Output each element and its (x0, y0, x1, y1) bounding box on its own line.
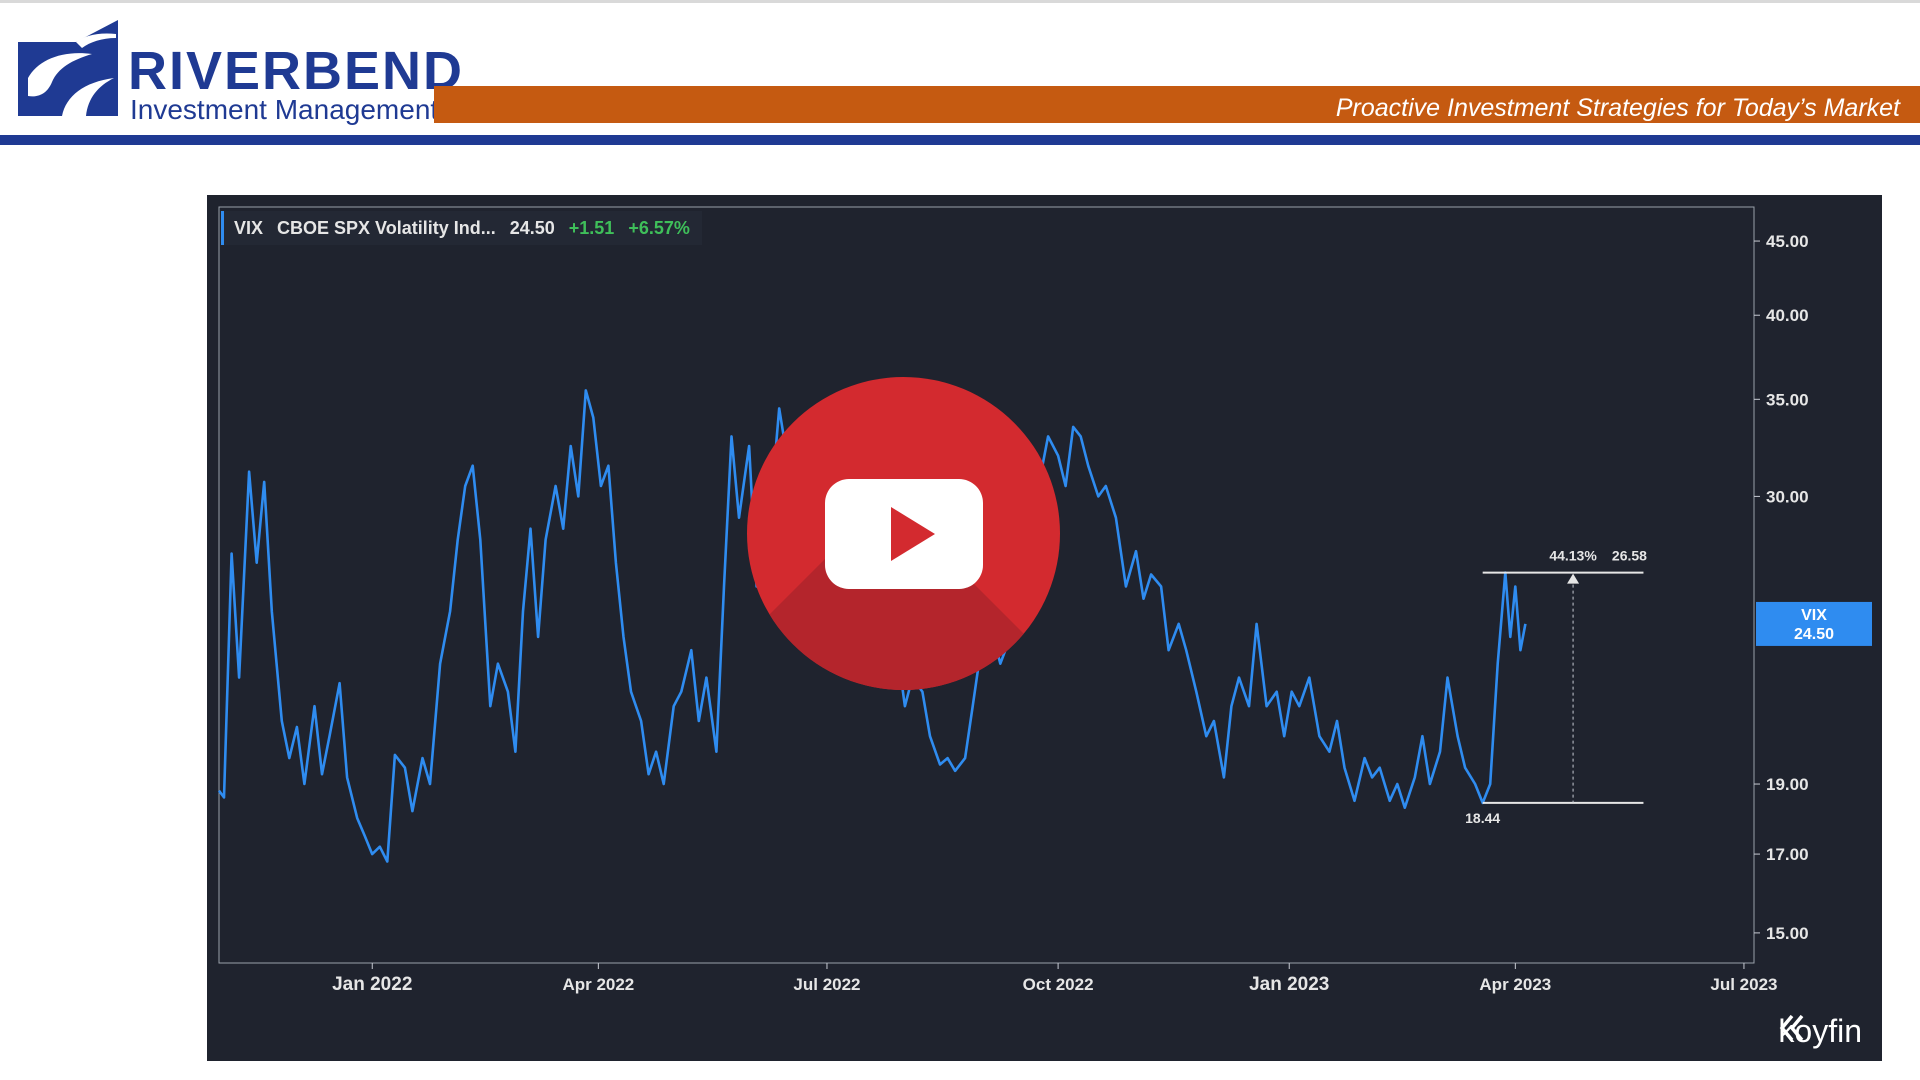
company-name: RIVERBEND (128, 41, 465, 101)
header-rule (0, 135, 1920, 145)
riverbend-emblem-icon (18, 20, 118, 116)
y-tick-label: 35.00 (1766, 390, 1809, 409)
play-triangle-icon (891, 507, 935, 561)
x-tick-label: Jul 2023 (1710, 975, 1777, 994)
y-tick-label: 17.00 (1766, 845, 1809, 864)
x-tick-label: Jan 2022 (332, 974, 412, 995)
measure-percent-label: 44.13% (1549, 548, 1597, 564)
price-change-percent: +6.57% (628, 217, 690, 238)
last-value-ticker: VIX (1801, 607, 1827, 624)
last-price: 24.50 (509, 217, 555, 238)
x-tick-label: Jan 2023 (1249, 974, 1329, 995)
x-tick-label: Apr 2023 (1479, 975, 1551, 994)
x-tick-label: Apr 2022 (562, 975, 634, 994)
top-rule (0, 0, 1920, 3)
chart-canvas: 15.00 17.00 19.00 30.00 35.00 40.00 45.00 Jan 2… (217, 206, 1872, 995)
y-tick-label: 19.00 (1766, 775, 1809, 794)
company-subtitle: Investment Management (130, 94, 439, 125)
koyfin-logo-icon (1780, 1014, 1804, 1042)
ticker-label: VIX (234, 217, 264, 238)
video-play-button[interactable] (747, 377, 1060, 690)
koyfin-watermark: koyfin (1778, 1013, 1862, 1050)
x-tick-label: Jul 2022 (793, 975, 860, 994)
instrument-name: CBOE SPX Volatility Ind... (277, 217, 496, 238)
y-tick-label: 45.00 (1766, 232, 1809, 251)
chart-legend: VIX CBOE SPX Volatility Ind... 24.50 +1.… (221, 211, 702, 245)
measure-high-label: 26.58 (1612, 548, 1647, 564)
last-value-price: 24.50 (1794, 626, 1834, 643)
x-tick-label: Oct 2022 (1023, 975, 1094, 994)
y-tick-label: 15.00 (1766, 924, 1809, 943)
measure-arrow-icon (1567, 573, 1580, 584)
tagline: Proactive Investment Strategies for Toda… (1335, 94, 1900, 122)
vix-chart: 15.00 17.00 19.00 30.00 35.00 40.00 45.00 Jan 2… (207, 195, 1882, 1061)
price-change: +1.51 (568, 217, 615, 238)
y-tick-label: 40.00 (1766, 306, 1809, 325)
measure-low-label: 18.44 (1465, 810, 1500, 826)
y-tick-label: 30.00 (1766, 487, 1809, 506)
company-logo: RIVERBEND Investment Management (18, 20, 462, 124)
